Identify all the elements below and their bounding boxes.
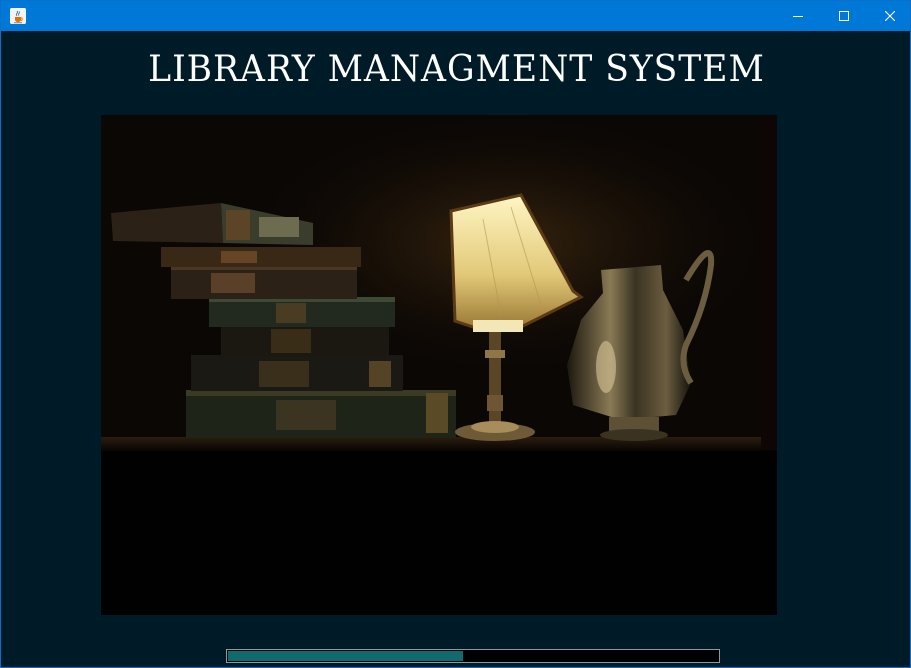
close-icon (885, 11, 895, 21)
maximize-icon (839, 11, 849, 21)
app-heading: LIBRARY MANAGMENT SYSTEM (148, 49, 765, 90)
splash-window: LIBRARY MANAGMENT SYSTEM (0, 0, 911, 668)
maximize-button[interactable] (821, 1, 867, 31)
minimize-icon (793, 16, 803, 17)
loading-progress-bar (226, 649, 720, 663)
progress-fill (228, 651, 463, 661)
close-button[interactable] (867, 1, 911, 31)
minimize-button[interactable] (775, 1, 821, 31)
java-cup-icon (10, 8, 26, 24)
splash-image (101, 115, 777, 615)
title-bar[interactable] (1, 1, 910, 31)
